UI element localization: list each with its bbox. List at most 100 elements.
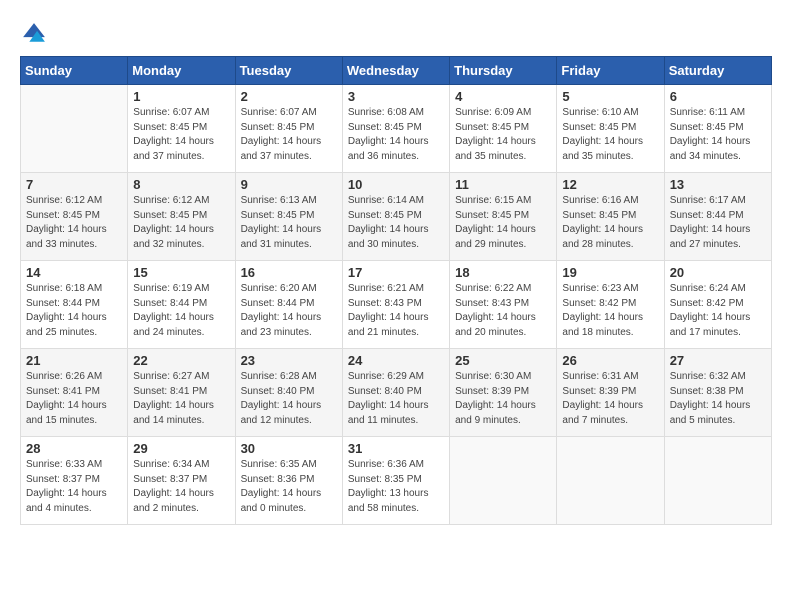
calendar-day-cell: 19 Sunrise: 6:23 AMSunset: 8:42 PMDayligh…	[557, 261, 664, 349]
day-number: 7	[26, 177, 122, 192]
day-info: Sunrise: 6:10 AMSunset: 8:45 PMDaylight:…	[562, 106, 658, 164]
weekday-header-friday: Friday	[557, 57, 664, 85]
day-number: 20	[670, 265, 766, 280]
day-info: Sunrise: 6:28 AMSunset: 8:40 PMDaylight:…	[241, 370, 337, 428]
day-number: 13	[670, 177, 766, 192]
day-info: Sunrise: 6:20 AMSunset: 8:44 PMDaylight:…	[241, 282, 337, 340]
day-number: 8	[133, 177, 229, 192]
day-number: 24	[348, 353, 444, 368]
day-number: 30	[241, 441, 337, 456]
day-number: 5	[562, 89, 658, 104]
calendar-day-cell: 17 Sunrise: 6:21 AMSunset: 8:43 PMDayligh…	[342, 261, 449, 349]
calendar-day-cell: 1 Sunrise: 6:07 AMSunset: 8:45 PMDaylight…	[128, 85, 235, 173]
day-info: Sunrise: 6:35 AMSunset: 8:36 PMDaylight:…	[241, 458, 337, 516]
calendar-day-cell: 27 Sunrise: 6:32 AMSunset: 8:38 PMDayligh…	[664, 349, 771, 437]
day-info: Sunrise: 6:24 AMSunset: 8:42 PMDaylight:…	[670, 282, 766, 340]
calendar-day-cell: 31Sunrise: 6:36 AMSunset: 8:35 PMDayligh…	[342, 437, 449, 525]
logo-icon	[20, 20, 48, 48]
day-info: Sunrise: 6:34 AMSunset: 8:37 PMDaylight:…	[133, 458, 229, 516]
day-number: 28	[26, 441, 122, 456]
day-number: 9	[241, 177, 337, 192]
day-number: 15	[133, 265, 229, 280]
day-info: Sunrise: 6:09 AMSunset: 8:45 PMDaylight:…	[455, 106, 551, 164]
logo	[20, 20, 52, 48]
calendar-week-row: 28 Sunrise: 6:33 AMSunset: 8:37 PMDayligh…	[21, 437, 772, 525]
calendar-day-cell: 22 Sunrise: 6:27 AMSunset: 8:41 PMDayligh…	[128, 349, 235, 437]
calendar-week-row: 7 Sunrise: 6:12 AMSunset: 8:45 PMDaylight…	[21, 173, 772, 261]
calendar-day-cell: 13 Sunrise: 6:17 AMSunset: 8:44 PMDayligh…	[664, 173, 771, 261]
day-info: Sunrise: 6:27 AMSunset: 8:41 PMDaylight:…	[133, 370, 229, 428]
day-number: 2	[241, 89, 337, 104]
calendar-day-cell: 11Sunrise: 6:15 AMSunset: 8:45 PMDayligh…	[450, 173, 557, 261]
weekday-header-thursday: Thursday	[450, 57, 557, 85]
calendar-day-cell: 21 Sunrise: 6:26 AMSunset: 8:41 PMDayligh…	[21, 349, 128, 437]
day-number: 12	[562, 177, 658, 192]
day-info: Sunrise: 6:23 AMSunset: 8:42 PMDaylight:…	[562, 282, 658, 340]
calendar-day-cell: 4 Sunrise: 6:09 AMSunset: 8:45 PMDaylight…	[450, 85, 557, 173]
day-info: Sunrise: 6:12 AMSunset: 8:45 PMDaylight:…	[133, 194, 229, 252]
day-number: 22	[133, 353, 229, 368]
day-info: Sunrise: 6:07 AMSunset: 8:45 PMDaylight:…	[133, 106, 229, 164]
day-number: 6	[670, 89, 766, 104]
weekday-header-saturday: Saturday	[664, 57, 771, 85]
day-info: Sunrise: 6:19 AMSunset: 8:44 PMDaylight:…	[133, 282, 229, 340]
day-number: 31	[348, 441, 444, 456]
day-info: Sunrise: 6:30 AMSunset: 8:39 PMDaylight:…	[455, 370, 551, 428]
day-number: 18	[455, 265, 551, 280]
calendar-day-cell: 29 Sunrise: 6:34 AMSunset: 8:37 PMDayligh…	[128, 437, 235, 525]
calendar-day-cell: 2 Sunrise: 6:07 AMSunset: 8:45 PMDaylight…	[235, 85, 342, 173]
day-info: Sunrise: 6:18 AMSunset: 8:44 PMDaylight:…	[26, 282, 122, 340]
calendar-day-cell: 20 Sunrise: 6:24 AMSunset: 8:42 PMDayligh…	[664, 261, 771, 349]
day-number: 1	[133, 89, 229, 104]
day-number: 11	[455, 177, 551, 192]
day-number: 23	[241, 353, 337, 368]
day-number: 4	[455, 89, 551, 104]
calendar-day-cell	[557, 437, 664, 525]
calendar-day-cell: 7 Sunrise: 6:12 AMSunset: 8:45 PMDaylight…	[21, 173, 128, 261]
calendar-day-cell: 9 Sunrise: 6:13 AMSunset: 8:45 PMDaylight…	[235, 173, 342, 261]
calendar-week-row: 21 Sunrise: 6:26 AMSunset: 8:41 PMDayligh…	[21, 349, 772, 437]
day-info: Sunrise: 6:07 AMSunset: 8:45 PMDaylight:…	[241, 106, 337, 164]
day-info: Sunrise: 6:29 AMSunset: 8:40 PMDaylight:…	[348, 370, 444, 428]
calendar-day-cell: 8 Sunrise: 6:12 AMSunset: 8:45 PMDaylight…	[128, 173, 235, 261]
day-info: Sunrise: 6:11 AMSunset: 8:45 PMDaylight:…	[670, 106, 766, 164]
day-number: 14	[26, 265, 122, 280]
day-number: 21	[26, 353, 122, 368]
day-number: 17	[348, 265, 444, 280]
day-info: Sunrise: 6:14 AMSunset: 8:45 PMDaylight:…	[348, 194, 444, 252]
day-info: Sunrise: 6:26 AMSunset: 8:41 PMDaylight:…	[26, 370, 122, 428]
calendar-week-row: 1 Sunrise: 6:07 AMSunset: 8:45 PMDaylight…	[21, 85, 772, 173]
calendar-day-cell: 28 Sunrise: 6:33 AMSunset: 8:37 PMDayligh…	[21, 437, 128, 525]
weekday-header-tuesday: Tuesday	[235, 57, 342, 85]
day-number: 25	[455, 353, 551, 368]
day-number: 10	[348, 177, 444, 192]
day-info: Sunrise: 6:08 AMSunset: 8:45 PMDaylight:…	[348, 106, 444, 164]
day-info: Sunrise: 6:32 AMSunset: 8:38 PMDaylight:…	[670, 370, 766, 428]
calendar-day-cell	[450, 437, 557, 525]
calendar-day-cell: 25 Sunrise: 6:30 AMSunset: 8:39 PMDayligh…	[450, 349, 557, 437]
calendar-day-cell: 18 Sunrise: 6:22 AMSunset: 8:43 PMDayligh…	[450, 261, 557, 349]
calendar-day-cell: 16 Sunrise: 6:20 AMSunset: 8:44 PMDayligh…	[235, 261, 342, 349]
day-number: 26	[562, 353, 658, 368]
day-info: Sunrise: 6:33 AMSunset: 8:37 PMDaylight:…	[26, 458, 122, 516]
day-number: 19	[562, 265, 658, 280]
calendar-day-cell: 10 Sunrise: 6:14 AMSunset: 8:45 PMDayligh…	[342, 173, 449, 261]
calendar-week-row: 14 Sunrise: 6:18 AMSunset: 8:44 PMDayligh…	[21, 261, 772, 349]
calendar-day-cell	[664, 437, 771, 525]
calendar-day-cell: 23 Sunrise: 6:28 AMSunset: 8:40 PMDayligh…	[235, 349, 342, 437]
day-info: Sunrise: 6:22 AMSunset: 8:43 PMDaylight:…	[455, 282, 551, 340]
day-info: Sunrise: 6:13 AMSunset: 8:45 PMDaylight:…	[241, 194, 337, 252]
day-info: Sunrise: 6:21 AMSunset: 8:43 PMDaylight:…	[348, 282, 444, 340]
day-number: 29	[133, 441, 229, 456]
calendar-table: SundayMondayTuesdayWednesdayThursdayFrid…	[20, 56, 772, 525]
header	[20, 16, 772, 48]
calendar-day-cell: 15 Sunrise: 6:19 AMSunset: 8:44 PMDayligh…	[128, 261, 235, 349]
calendar-day-cell: 6 Sunrise: 6:11 AMSunset: 8:45 PMDaylight…	[664, 85, 771, 173]
calendar-day-cell: 24 Sunrise: 6:29 AMSunset: 8:40 PMDayligh…	[342, 349, 449, 437]
day-info: Sunrise: 6:17 AMSunset: 8:44 PMDaylight:…	[670, 194, 766, 252]
calendar-day-cell: 12Sunrise: 6:16 AMSunset: 8:45 PMDayligh…	[557, 173, 664, 261]
calendar-day-cell: 26Sunrise: 6:31 AMSunset: 8:39 PMDayligh…	[557, 349, 664, 437]
day-number: 27	[670, 353, 766, 368]
day-number: 16	[241, 265, 337, 280]
day-info: Sunrise: 6:12 AMSunset: 8:45 PMDaylight:…	[26, 194, 122, 252]
